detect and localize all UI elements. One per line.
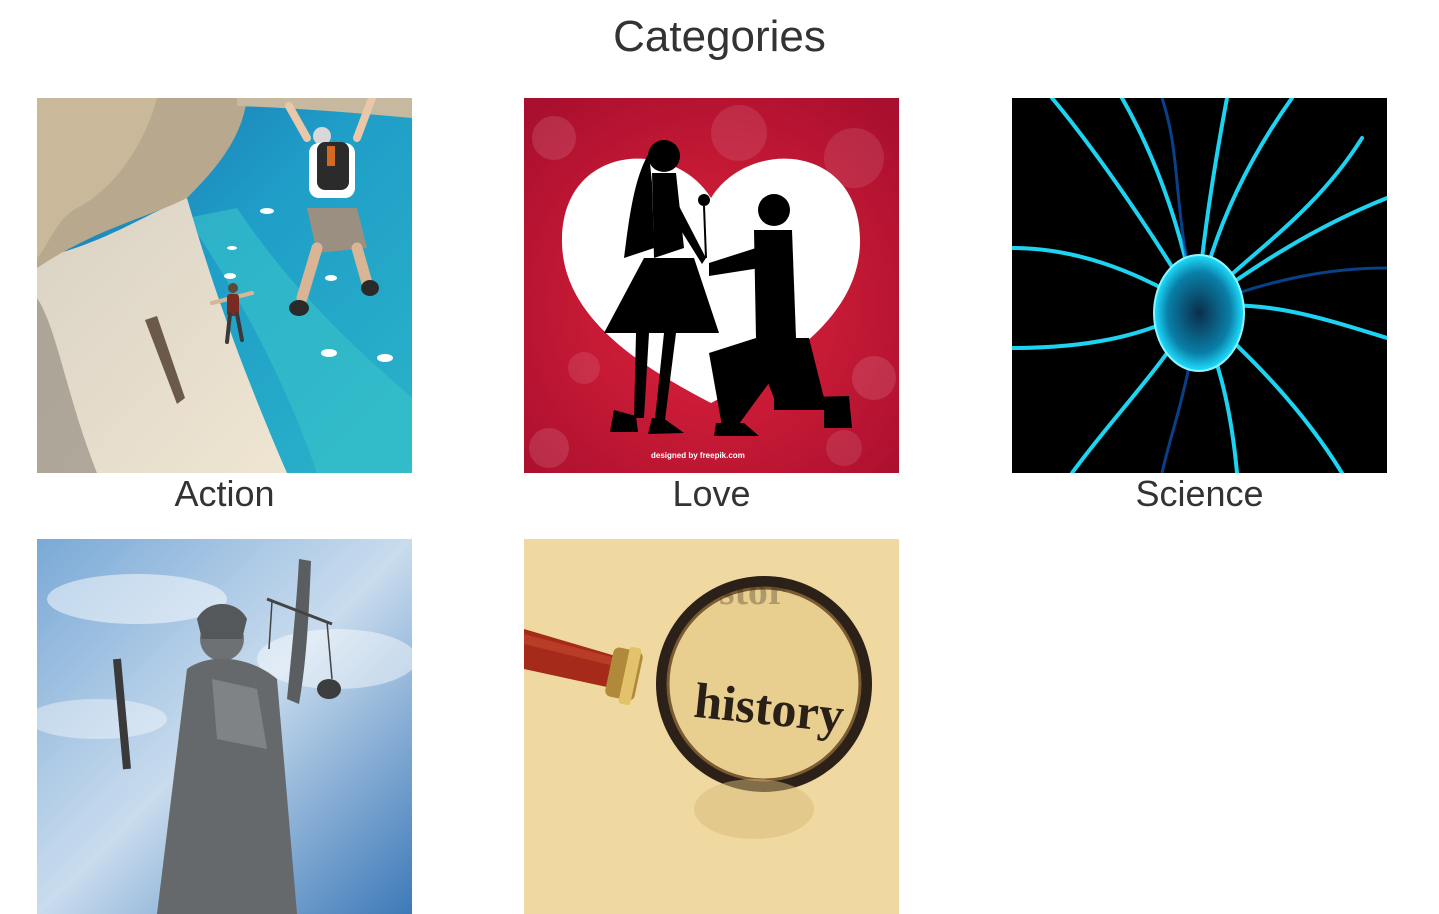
couple-proposal-heart-image[interactable]: designed by freepik.com	[524, 98, 899, 473]
category-card-action[interactable]: Action	[37, 98, 412, 515]
history-faded-text: stor	[719, 568, 786, 613]
category-card-science[interactable]: Science	[1012, 98, 1387, 515]
category-label[interactable]: Action	[37, 473, 412, 515]
category-label[interactable]: Love	[524, 473, 899, 515]
freepik-credit-text: designed by freepik.com	[651, 451, 745, 460]
magnifying-glass-history-image[interactable]: stor history	[524, 539, 899, 914]
category-card-history[interactable]: stor history	[524, 539, 899, 914]
page-title: Categories	[613, 12, 826, 61]
lady-justice-statue-image[interactable]	[37, 539, 412, 914]
category-card-love[interactable]: designed by freepik.com Love	[524, 98, 899, 515]
skydivers-over-beach-image[interactable]	[37, 98, 412, 473]
plasma-ball-image[interactable]	[1012, 98, 1387, 473]
category-label[interactable]: Science	[1012, 473, 1387, 515]
category-card-justice[interactable]	[37, 539, 412, 914]
